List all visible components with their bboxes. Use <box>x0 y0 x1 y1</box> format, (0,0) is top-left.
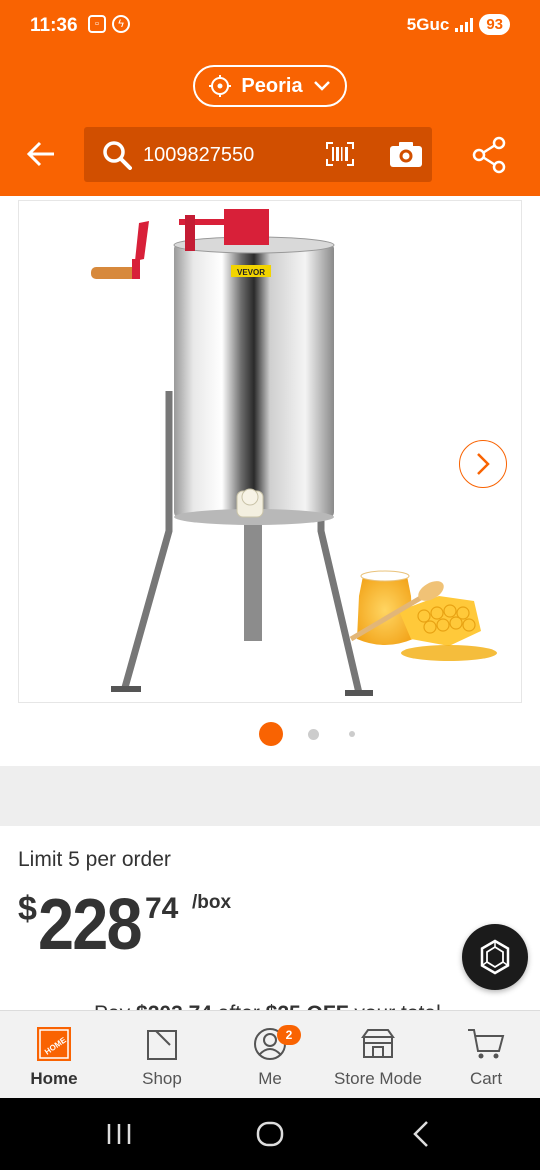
barcode-scan-icon[interactable] <box>326 142 354 166</box>
nav-cart[interactable]: Cart <box>432 1011 540 1099</box>
nav-shop-label: Shop <box>142 1069 182 1088</box>
price-dollars: 228 <box>38 885 143 965</box>
nav-shop[interactable]: Shop <box>108 1011 216 1099</box>
cart-icon <box>468 1029 505 1059</box>
nav-me-label: Me <box>258 1069 282 1088</box>
chat-assistant-button[interactable] <box>462 924 528 990</box>
nav-cart-label: Cart <box>469 1069 503 1088</box>
nav-me[interactable]: Me <box>216 1011 324 1099</box>
screenshot-icon: ▫ <box>88 15 106 33</box>
app-header: Peoria 1009827550 <box>0 52 540 196</box>
status-bar: 11:36 ▫ ϟ 5Guc 93 <box>0 0 540 52</box>
search-icon <box>103 141 132 170</box>
carousel-next-button[interactable] <box>459 440 507 488</box>
system-navigation-bar <box>0 1098 540 1170</box>
carousel-dot-active[interactable] <box>259 722 283 746</box>
messenger-icon: ϟ <box>112 15 130 33</box>
nav-home[interactable]: HOME Home <box>0 1011 108 1099</box>
carousel-dot[interactable] <box>349 731 355 737</box>
home-icon[interactable] <box>256 1121 284 1147</box>
network-type: 5Guc <box>406 14 450 34</box>
home-depot-logo-icon: HOME <box>37 1027 71 1061</box>
back-arrow-icon[interactable] <box>26 138 58 170</box>
nav-store-mode-label: Store Mode <box>334 1069 422 1088</box>
product-image[interactable]: VEVOR <box>18 200 522 703</box>
chevron-down-icon <box>313 81 330 91</box>
status-time: 11:36 <box>30 15 78 36</box>
chevron-right-icon <box>477 453 490 475</box>
price-unit: /box <box>192 892 232 913</box>
honey-extractor-image: VEVOR <box>91 209 497 696</box>
assistant-icon <box>480 939 510 975</box>
notification-badge: 2 <box>277 1025 301 1045</box>
nav-home-label: Home <box>30 1069 78 1088</box>
section-divider <box>0 766 540 826</box>
battery-level: 93 <box>479 14 510 35</box>
brand-label: VEVOR <box>237 268 265 277</box>
product-image-card: VEVOR <box>0 196 540 766</box>
signal-icon <box>455 17 474 32</box>
price-currency: $ <box>18 890 37 928</box>
store-name: Peoria <box>241 74 303 97</box>
search-query: 1009827550 <box>143 144 255 166</box>
store-selector[interactable]: Peoria <box>193 65 347 107</box>
share-icon[interactable] <box>472 136 506 174</box>
search-input[interactable]: 1009827550 <box>84 127 432 182</box>
pricing-section: Limit 5 per order $ 228 74 /box Pay $203… <box>0 826 540 1025</box>
store-icon <box>361 1029 395 1058</box>
back-icon[interactable] <box>410 1120 432 1148</box>
carousel-dot[interactable] <box>308 729 319 740</box>
recent-apps-icon[interactable] <box>105 1122 133 1146</box>
store-location-icon <box>209 75 232 97</box>
order-limit-text: Limit 5 per order <box>18 848 171 871</box>
price-cents: 74 <box>145 892 179 925</box>
nav-store-mode[interactable]: Store Mode <box>324 1011 432 1099</box>
carousel-indicator <box>0 722 540 746</box>
camera-icon[interactable] <box>389 140 423 168</box>
shop-icon <box>147 1030 177 1060</box>
bottom-navigation: HOME Home Shop Me Store Mode Cart <box>0 1010 540 1098</box>
